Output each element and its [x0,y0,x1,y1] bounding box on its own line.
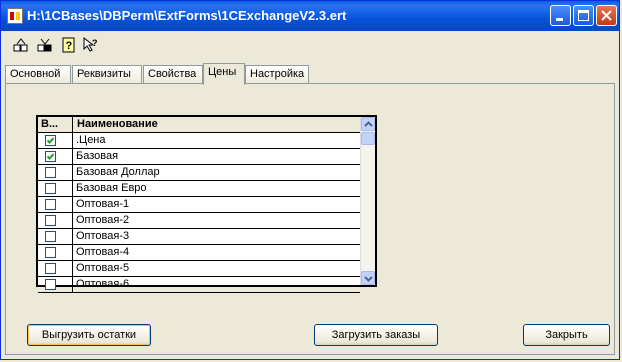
table-row[interactable]: Базовая [38,149,360,165]
column-header-name[interactable]: Наименование [74,117,362,132]
price-type-name: Базовая [76,150,119,162]
tab-prices[interactable]: Цены [203,63,245,85]
select-cell [38,277,73,292]
title-bar[interactable]: H:\1CBases\DBPerm\ExtForms\1CExchangeV2.… [1,1,619,31]
price-type-name: Оптовая-3 [76,230,130,242]
table-row[interactable]: Оптовая-3 [38,229,360,245]
row-checkbox[interactable] [45,151,56,162]
row-checkbox[interactable] [45,215,56,226]
select-cell [38,229,73,244]
row-checkbox[interactable] [45,183,56,194]
maximize-button[interactable] [573,5,594,26]
price-types-table[interactable]: В... Наименование .Цена Базовая Базовая До… [36,115,377,293]
close-window-button[interactable] [596,5,617,26]
price-type-name: Оптовая-1 [76,198,130,210]
tab-requisites[interactable]: Реквизиты [72,65,142,84]
price-type-name: Оптовая-5 [76,262,130,274]
table-row[interactable]: Оптовая-1 [38,197,360,213]
table-header: В... Наименование [38,117,360,133]
tab-main[interactable]: Основной [5,65,71,84]
tab-properties[interactable]: Свойства [143,65,203,84]
minimize-button[interactable] [550,5,571,26]
help-icon[interactable]: ? [61,37,77,53]
column-header-selected[interactable]: В... [38,117,73,132]
context-help-icon[interactable]: ? [83,36,99,53]
scroll-thumb[interactable] [361,132,375,145]
table-row[interactable]: Базовая Евро [38,181,360,197]
select-cell [38,213,73,228]
vertical-scrollbar[interactable] [360,117,375,285]
select-cell [38,261,73,276]
svg-text:?: ? [92,38,98,48]
table-row[interactable]: Оптовая-5 [38,261,360,277]
select-cell [38,197,73,212]
row-checkbox[interactable] [45,167,56,178]
svg-text:?: ? [66,40,73,52]
chevron-down-icon [364,276,373,282]
scroll-down-button[interactable] [361,271,375,285]
export-remains-button[interactable]: Выгрузить остатки [27,324,151,346]
row-checkbox[interactable] [45,279,56,290]
checkmark-icon [46,153,55,160]
price-type-name: Оптовая-2 [76,214,130,226]
table-row[interactable]: .Цена [38,133,360,149]
minimize-icon [556,18,563,21]
save-settings-icon[interactable] [13,37,29,53]
tab-settings[interactable]: Настройка [245,65,309,84]
select-cell [38,149,73,164]
row-checkbox[interactable] [45,263,56,274]
app-icon [7,8,23,24]
row-checkbox[interactable] [45,247,56,258]
checkmark-icon [46,137,55,144]
table-row[interactable]: Оптовая-6 [38,277,360,293]
table-row[interactable]: Оптовая-4 [38,245,360,261]
chevron-up-icon [364,121,373,127]
price-type-name: Оптовая-4 [76,246,130,258]
price-type-name: .Цена [76,134,106,146]
row-checkbox[interactable] [45,199,56,210]
table-row[interactable]: Базовая Доллар [38,165,360,181]
window-title: H:\1CBases\DBPerm\ExtForms\1CExchangeV2.… [27,8,347,23]
select-cell [38,181,73,196]
scroll-up-button[interactable] [361,117,375,131]
select-cell [38,133,73,148]
main-window: H:\1CBases\DBPerm\ExtForms\1CExchangeV2.… [0,0,620,360]
price-type-name: Оптовая-6 [76,278,130,290]
restore-settings-icon[interactable] [37,37,53,53]
table-body: .Цена Базовая Базовая Доллар Базовая Евро Оп… [38,133,360,293]
maximize-icon [578,10,589,21]
table-row[interactable]: Оптовая-2 [38,213,360,229]
close-icon [601,10,612,21]
price-type-name: Базовая Евро [76,182,147,194]
price-type-name: Базовая Доллар [76,166,160,178]
select-cell [38,245,73,260]
select-cell [38,165,73,180]
close-button[interactable]: Закрыть [523,324,610,346]
row-checkbox[interactable] [45,135,56,146]
row-checkbox[interactable] [45,231,56,242]
load-orders-button[interactable]: Загрузить заказы [314,324,438,346]
